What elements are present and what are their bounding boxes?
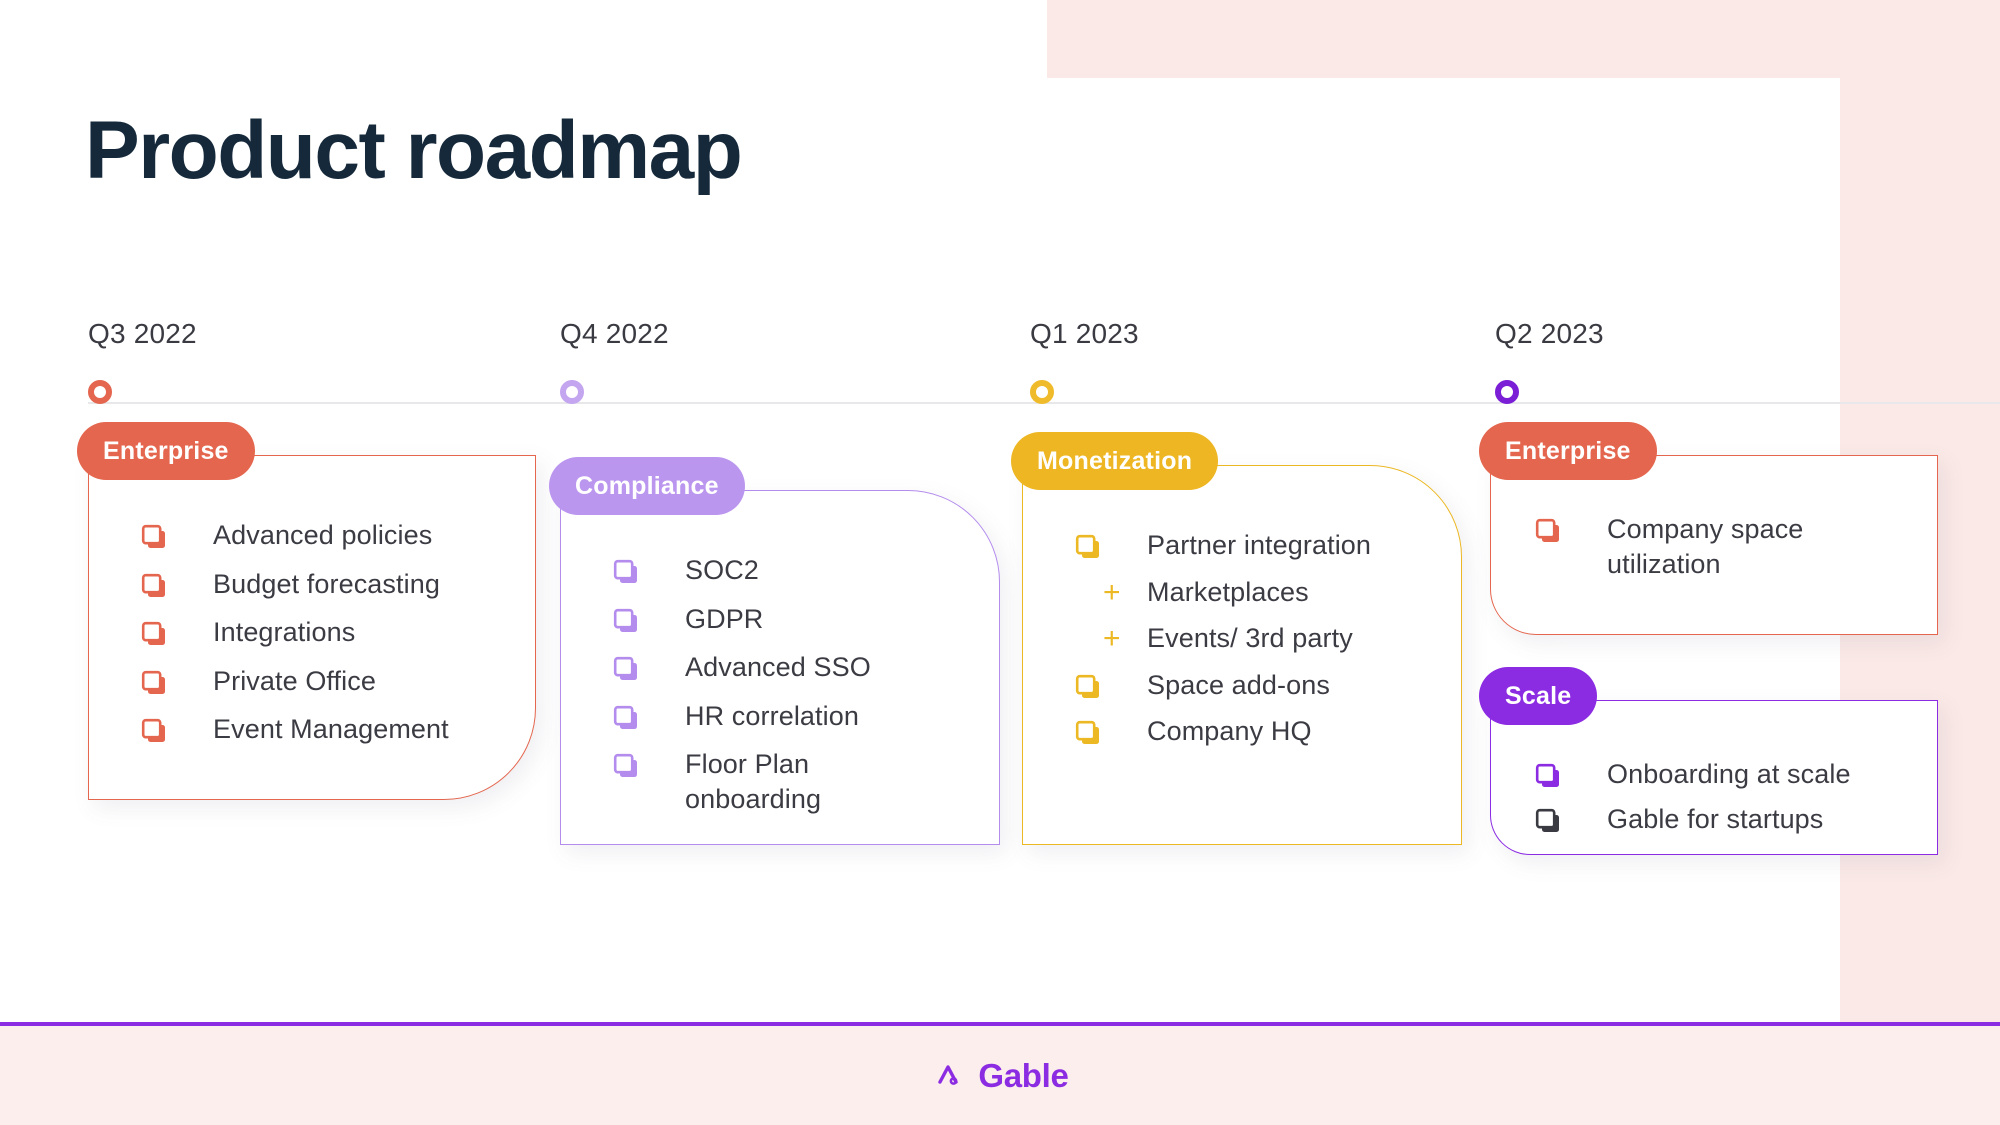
list-item-label: Space add-ons <box>1147 669 1330 700</box>
roadmap-card-enterprise-1[interactable]: Enterprise Advanced policies Budget foreca… <box>77 422 536 800</box>
quarter-label: Q1 2023 <box>1030 318 1139 349</box>
timeline-dot-icon[interactable] <box>88 380 112 404</box>
gable-chevron-icon <box>931 1056 965 1095</box>
plus-icon: + <box>1103 575 1121 609</box>
timeline-quarter-4: Q2 2023 <box>1495 318 1604 404</box>
list-item-label: Floor Plan onboarding <box>685 749 822 814</box>
list-item[interactable]: Budget forecasting <box>141 567 515 602</box>
list-item[interactable]: Integrations <box>141 615 515 650</box>
list-item-label: HR correlation <box>685 700 859 731</box>
duplicate-icon <box>613 699 685 733</box>
card-category-pill[interactable]: Monetization <box>1011 432 1219 490</box>
list-item-label: Advanced policies <box>213 520 433 550</box>
duplicate-icon <box>1535 512 1607 546</box>
quarter-label: Q2 2023 <box>1495 318 1604 349</box>
list-item-label: Integrations <box>213 617 356 648</box>
white-top-left-fill <box>0 0 1047 80</box>
duplicate-icon <box>613 602 685 636</box>
duplicate-icon <box>1535 757 1607 791</box>
list-item[interactable]: Space add-ons <box>1075 668 1441 703</box>
duplicate-icon <box>613 553 685 587</box>
slide-canvas: Product roadmap Q3 2022 Q4 2022 Q1 2023 Q2 … <box>0 0 2000 1125</box>
roadmap-card-compliance-2[interactable]: Compliance SOC2 GDPR Advanced SSO HR correla… <box>549 457 1000 845</box>
card-item-list: Advanced policies Budget forecasting Integ… <box>89 456 535 781</box>
list-item[interactable]: Onboarding at scale <box>1535 757 1911 792</box>
card-item-list: SOC2 GDPR Advanced SSO HR correlation Floor … <box>561 491 999 850</box>
duplicate-icon <box>1075 528 1147 562</box>
duplicate-icon <box>613 650 685 684</box>
card-category-pill[interactable]: Enterprise <box>77 422 255 480</box>
list-item[interactable]: Private Office <box>141 664 515 699</box>
list-item-label: Company space utilization <box>1607 514 1804 579</box>
duplicate-icon <box>141 518 213 552</box>
duplicate-icon <box>141 664 213 698</box>
list-item[interactable]: GDPR <box>613 602 979 637</box>
list-item[interactable]: Company HQ <box>1075 714 1441 749</box>
timeline-quarter-2: Q4 2022 <box>560 318 669 404</box>
timeline-quarter-1: Q3 2022 <box>88 318 197 404</box>
list-item[interactable]: SOC2 <box>613 553 979 588</box>
list-item[interactable]: + Events/ 3rd party <box>1075 621 1441 656</box>
timeline-dot-icon[interactable] <box>560 380 584 404</box>
list-item-label: Advanced SSO <box>685 652 871 683</box>
list-item[interactable]: Advanced policies <box>141 518 515 553</box>
list-item-label: GDPR <box>685 603 764 634</box>
duplicate-icon <box>1535 802 1607 836</box>
list-item-label: Company HQ <box>1147 716 1312 747</box>
duplicate-icon <box>1075 668 1147 702</box>
list-item-label: Private Office <box>213 665 376 696</box>
list-item-label: Events/ 3rd party <box>1147 623 1353 654</box>
list-item[interactable]: Gable for startups <box>1535 802 1911 837</box>
card-category-pill[interactable]: Compliance <box>549 457 745 515</box>
list-item[interactable]: Company space utilization <box>1535 512 1911 581</box>
footer-bar: Gable <box>0 1022 2000 1125</box>
timeline-dot-icon[interactable] <box>1495 380 1519 404</box>
list-item-label: SOC2 <box>685 555 759 585</box>
list-item[interactable]: Partner integration <box>1075 528 1441 563</box>
card-category-pill[interactable]: Scale <box>1479 667 1598 725</box>
duplicate-icon <box>141 567 213 601</box>
list-item-label: Partner integration <box>1147 530 1372 560</box>
roadmap-card-scale-4[interactable]: Scale Onboarding at scale Gable for startu… <box>1479 667 1938 855</box>
card-item-list: Onboarding at scale Gable for startups <box>1491 701 1937 862</box>
roadmap-card-enterprise-4[interactable]: Enterprise Company space utilization <box>1479 422 1938 635</box>
duplicate-icon <box>613 747 685 781</box>
brand-wordmark: Gable <box>978 1056 1069 1094</box>
list-item[interactable]: HR correlation <box>613 699 979 734</box>
list-item-label: Gable for startups <box>1607 803 1824 834</box>
timeline-dot-icon[interactable] <box>1030 380 1054 404</box>
list-item-label: Marketplaces <box>1147 576 1309 607</box>
duplicate-icon <box>141 712 213 746</box>
card-category-pill[interactable]: Enterprise <box>1479 422 1657 480</box>
list-item[interactable]: Floor Plan onboarding <box>613 747 979 816</box>
list-item-label: Event Management <box>213 714 449 745</box>
plus-icon: + <box>1103 622 1121 656</box>
list-item-label: Budget forecasting <box>213 568 440 599</box>
list-item[interactable]: Advanced SSO <box>613 650 979 685</box>
duplicate-icon <box>1075 714 1147 748</box>
quarter-label: Q4 2022 <box>560 318 669 349</box>
list-item[interactable]: + Marketplaces <box>1075 575 1441 610</box>
card-item-list: Partner integration + Marketplaces + Events/… <box>1023 466 1461 783</box>
list-item-label: Onboarding at scale <box>1607 759 1851 789</box>
timeline-quarter-3: Q1 2023 <box>1030 318 1139 404</box>
duplicate-icon <box>141 615 213 649</box>
page-title: Product roadmap <box>85 105 743 196</box>
roadmap-card-monetization-3[interactable]: Monetization Partner integration + Marketpl… <box>1011 432 1462 845</box>
list-item[interactable]: Event Management <box>141 712 515 747</box>
quarter-label: Q3 2022 <box>88 318 197 349</box>
